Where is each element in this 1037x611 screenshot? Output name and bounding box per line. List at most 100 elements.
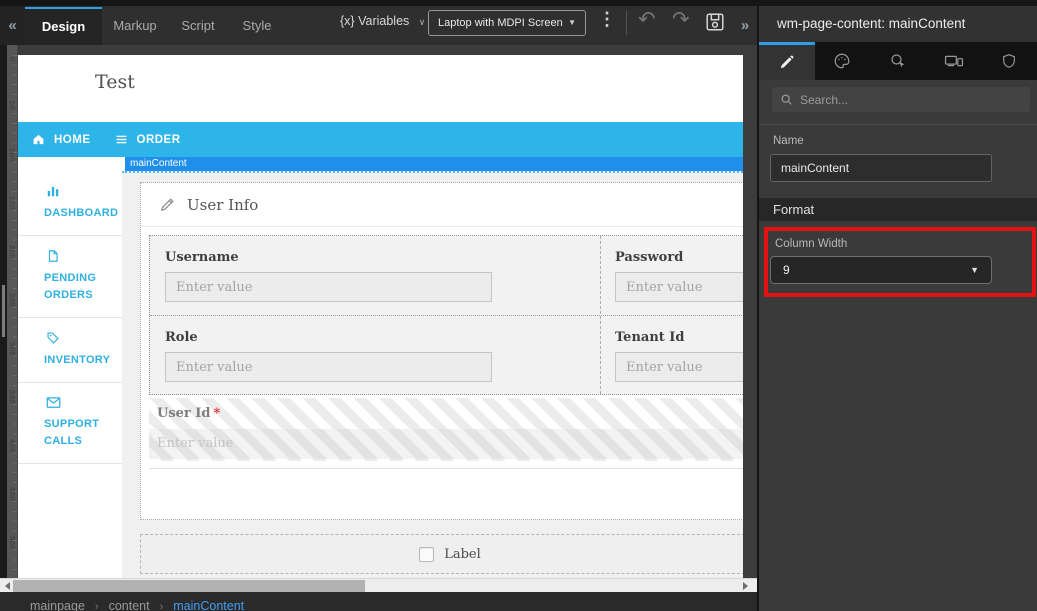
chevron-down-icon: ∨ [418, 17, 426, 27]
nav-item-home[interactable]: HOME [32, 133, 91, 146]
caret-down-icon: ▼ [568, 18, 576, 27]
more-options-icon[interactable]: ⋮ [598, 9, 616, 30]
panel-search[interactable] [772, 87, 1030, 112]
breadcrumb-content[interactable]: content [109, 599, 150, 611]
password-input[interactable] [615, 272, 743, 302]
breadcrumb-separator: › [94, 601, 99, 611]
form-divider [149, 468, 743, 469]
tab-security[interactable] [981, 42, 1037, 80]
field-tenant-id: Tenant Id [608, 316, 743, 396]
field-username: Username [158, 236, 592, 316]
redo-button[interactable]: ↷ [672, 7, 690, 32]
tab-style[interactable]: Style [228, 7, 286, 45]
sidebar-item-label: PENDING ORDERS [44, 272, 97, 301]
tag-icon [47, 332, 59, 344]
save-icon [706, 13, 724, 31]
ruler-mark: 0 [8, 57, 17, 62]
vertical-ruler: 0 50 100 150 200 250 300 350 400 450 500 [7, 45, 18, 578]
horizontal-scrollbar-thumb[interactable] [13, 580, 365, 592]
tab-design[interactable]: Design [25, 7, 102, 45]
breadcrumb-maincontent[interactable]: mainContent [173, 599, 244, 611]
expand-right-icon[interactable]: » [735, 0, 755, 45]
column-width-value: 9 [783, 263, 790, 277]
sidebar-item-label: INVENTORY [44, 354, 111, 366]
ruler-mark: 500 [8, 536, 17, 551]
tab-devices[interactable] [926, 42, 982, 80]
search-input[interactable] [800, 92, 1022, 107]
username-input[interactable] [165, 272, 492, 302]
palette-icon [835, 53, 850, 69]
outer-vertical-scrollbar[interactable] [0, 45, 7, 578]
required-asterisk: * [213, 406, 221, 421]
pencil-icon [781, 55, 794, 69]
save-button[interactable] [704, 11, 726, 33]
device-selector-value: Laptop with MDPI Screen [438, 17, 563, 29]
workspace: 0 50 100 150 200 250 300 350 400 450 500… [0, 45, 757, 578]
device-selector[interactable]: Laptop with MDPI Screen ▼ [428, 10, 586, 36]
variables-label: Variables [358, 14, 410, 28]
sidebar-item-label: SUPPORT CALLS [44, 418, 100, 447]
wavemaker-studio: « Design Markup Script Style {x} Variabl… [0, 0, 1037, 611]
ruler-mark: 200 [8, 245, 17, 260]
field-password: Password [608, 236, 743, 316]
nav-item-label: ORDER [136, 133, 181, 146]
userid-input[interactable]: Enter value [149, 429, 743, 459]
ruler-mark: 350 [8, 390, 17, 405]
bar-chart-icon [47, 186, 59, 197]
menu-icon [116, 135, 126, 144]
tenant-id-input[interactable] [615, 352, 743, 382]
field-label: Role [165, 330, 198, 345]
search-icon [781, 94, 792, 105]
sidebar-item-pending-orders[interactable]: PENDING ORDERS [18, 236, 122, 318]
collapse-left-icon[interactable]: « [0, 0, 25, 45]
sidebar-item-inventory[interactable]: INVENTORY [18, 318, 122, 383]
format-section-header[interactable]: Format [759, 198, 1037, 221]
devices-icon [944, 55, 963, 67]
column-width-select[interactable]: 9 ▼ [770, 256, 992, 284]
checkbox-widget-row[interactable]: Label [140, 534, 743, 574]
ruler-mark: 250 [8, 293, 17, 308]
checkbox-label: Label [444, 546, 481, 562]
nav-item-order[interactable]: ORDER [115, 133, 181, 146]
panel-title: wm-page-content: mainContent [759, 6, 1037, 42]
name-input[interactable] [770, 154, 992, 182]
tab-markup[interactable]: Markup [102, 7, 168, 45]
ruler-mark: 50 [8, 101, 17, 111]
undo-button[interactable]: ↶ [638, 7, 656, 32]
tab-script[interactable]: Script [168, 7, 228, 45]
variables-dropdown[interactable]: {x} Variables ∨ [340, 14, 425, 28]
tab-properties[interactable] [759, 42, 815, 80]
breadcrumb-mainpage[interactable]: mainpage [30, 599, 85, 611]
outer-scrollbar-thumb[interactable] [2, 285, 5, 337]
sidebar-item-label: DASHBOARD [44, 207, 119, 219]
column-width-label: Column Width [775, 238, 848, 250]
canvas-horizontal-scrollbar[interactable] [0, 578, 757, 592]
ruler-mark: 150 [8, 196, 17, 211]
main-content-region: User Info Username Password [122, 171, 743, 578]
field-label: Password [615, 250, 684, 265]
tab-inspect[interactable] [870, 42, 926, 80]
triangle-right-icon [742, 581, 748, 590]
hidden-field-userid[interactable]: User Id * Enter value [149, 398, 743, 461]
ruler-mark: 100 [8, 148, 17, 163]
user-info-form-panel[interactable]: User Info Username Password [140, 182, 743, 520]
nav-item-label: HOME [54, 133, 91, 146]
tab-styles[interactable] [815, 42, 871, 80]
top-strip [0, 0, 1037, 6]
name-field-label: Name [773, 135, 804, 147]
checkbox[interactable] [419, 546, 435, 562]
sidebar-item-dashboard[interactable]: DASHBOARD [18, 171, 122, 236]
toolbar-divider [626, 11, 627, 35]
field-role: Role [158, 316, 592, 396]
selection-tag-maincontent[interactable]: mainContent [125, 157, 743, 171]
document-icon [48, 250, 58, 262]
scroll-right-button[interactable] [739, 579, 751, 592]
sidebar-item-support-calls[interactable]: SUPPORT CALLS [18, 383, 122, 464]
panel-tabs [759, 42, 1037, 80]
scroll-left-button[interactable] [1, 579, 13, 592]
breadcrumb-separator: › [159, 601, 164, 611]
field-label: Tenant Id [615, 330, 685, 345]
role-input[interactable] [165, 352, 492, 382]
home-icon [33, 134, 44, 145]
panel-divider [759, 124, 1037, 125]
